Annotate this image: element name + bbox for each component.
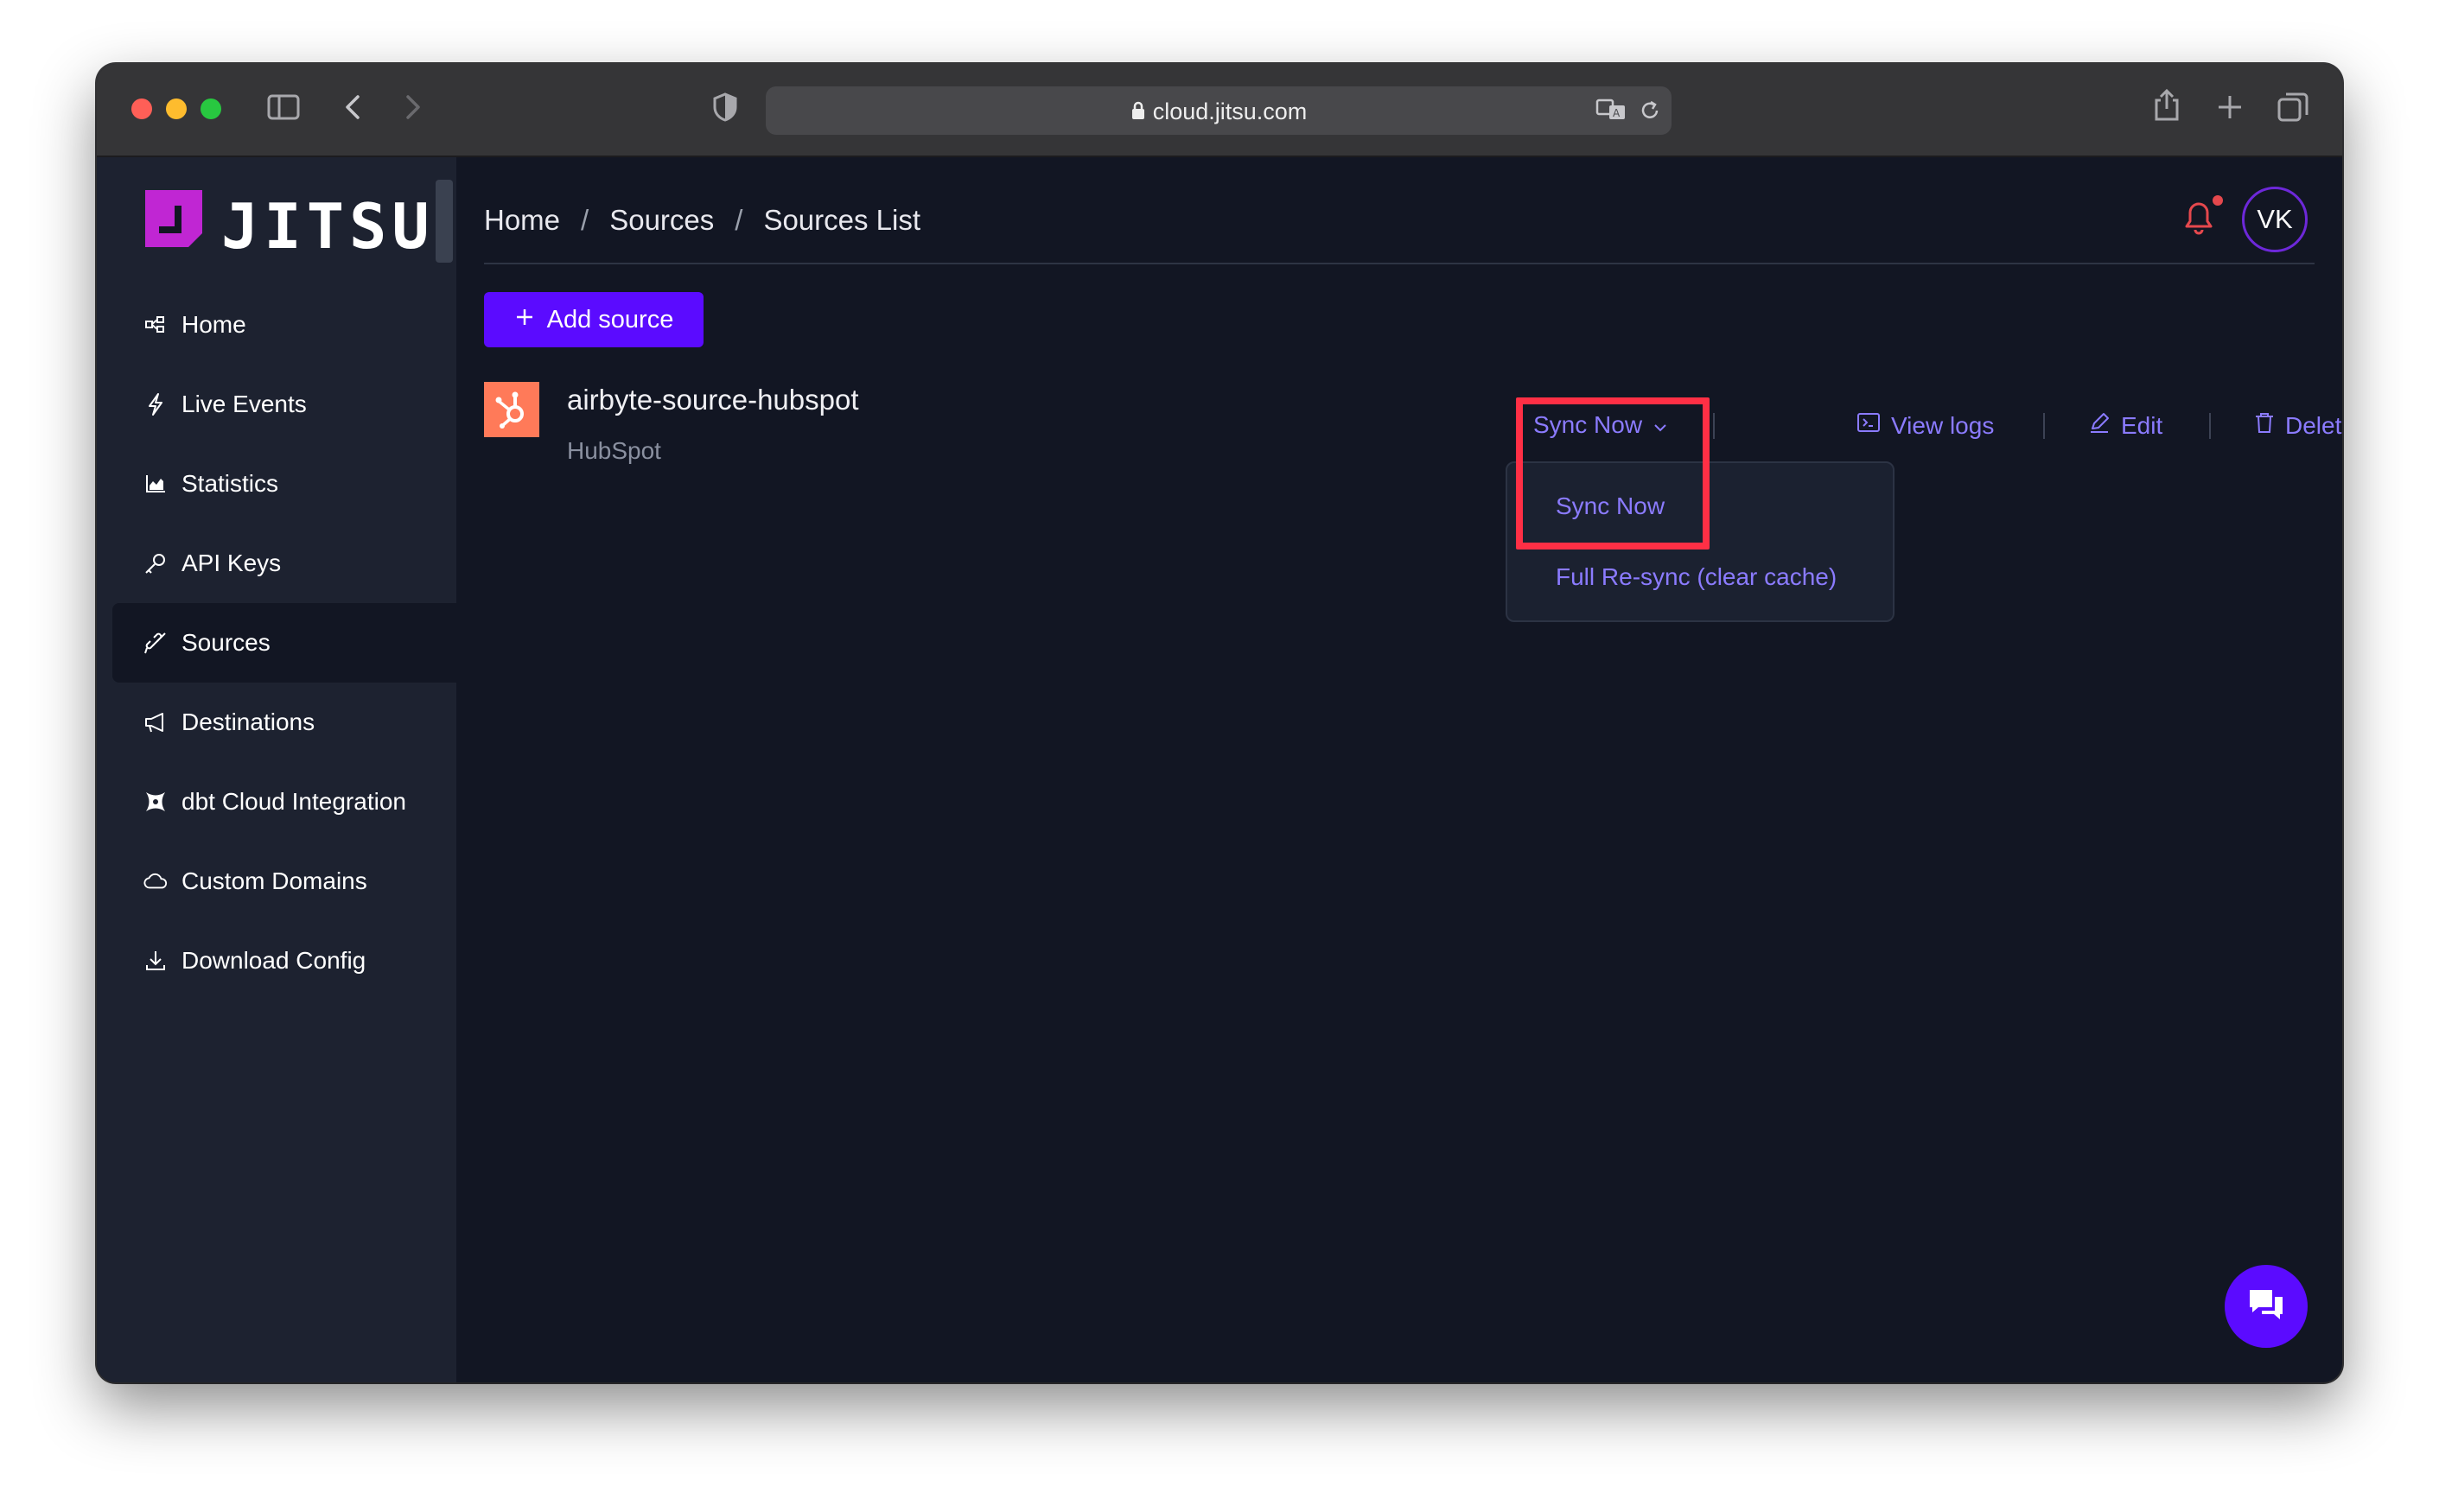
plus-icon [514,306,535,334]
forward-icon[interactable] [399,92,425,127]
terminal-icon [1856,411,1881,440]
avatar[interactable]: VK [2242,187,2308,252]
sidebar-item-download-config[interactable]: Download Config [112,921,456,1001]
sidebar-item-live-events[interactable]: Live Events [112,365,456,444]
header-divider [484,263,2315,264]
breadcrumb-separator: / [581,204,589,236]
add-source-button[interactable]: Add source [484,292,704,347]
bell-icon[interactable] [2183,200,2214,239]
download-icon [143,949,168,973]
sidebar-toggle-icon[interactable] [266,92,301,127]
chat-icon [2246,1286,2286,1327]
brand-name: JITSU [221,190,435,263]
view-logs-label: View logs [1891,411,1995,439]
action-divider [2043,413,2045,439]
highlight-box [1516,397,1710,550]
sidebar: JITSU Home Live Events Statistics API Ke… [97,157,456,1382]
breadcrumb-home[interactable]: Home [484,204,560,236]
sidebar-scrollbar[interactable] [436,180,453,263]
sidebar-item-statistics[interactable]: Statistics [112,444,456,524]
sidebar-item-label: Destinations [181,708,315,735]
source-type: HubSpot [567,437,661,464]
sidebar-item-custom-domains[interactable]: Custom Domains [112,842,456,921]
sidebar-item-sources[interactable]: Sources [112,603,456,683]
url-text: cloud.jitsu.com [1152,98,1308,124]
cloud-icon [143,869,168,893]
svg-text:A: A [1613,107,1621,119]
sidebar-item-api-keys[interactable]: API Keys [112,524,456,603]
action-divider [2209,413,2211,439]
edit-label: Edit [2121,411,2163,439]
dbt-icon [143,790,168,814]
jitsu-logo-icon[interactable] [145,190,202,251]
browser-titlebar: cloud.jitsu.com A [97,64,2342,157]
trash-icon [2254,411,2275,440]
sidebar-item-label: Live Events [181,391,307,417]
close-window-button[interactable] [131,98,152,119]
breadcrumb-sources-list: Sources List [763,204,921,236]
lightning-icon [143,392,168,416]
source-name[interactable]: airbyte-source-hubspot [567,384,859,416]
sidebar-item-dbt-cloud[interactable]: dbt Cloud Integration [112,762,456,842]
plug-icon [143,631,168,655]
delete-button[interactable]: Delete [2254,411,2342,440]
sidebar-item-label: API Keys [181,550,282,576]
notification-dot [2213,195,2223,206]
megaphone-icon [143,710,168,734]
edit-button[interactable]: Edit [2088,411,2162,440]
hubspot-icon [484,382,539,437]
sidebar-item-label: Download Config [181,947,366,974]
key-icon [143,551,168,575]
view-logs-button[interactable]: View logs [1856,411,1994,440]
sidebar-item-label: Custom Domains [181,867,367,894]
sidebar-item-home[interactable]: Home [112,285,456,365]
share-icon[interactable] [2152,88,2181,127]
chart-icon [143,472,168,496]
breadcrumb-sources[interactable]: Sources [609,204,714,236]
sidebar-item-label: Home [181,311,246,338]
action-divider [1713,413,1715,439]
sidebar-item-label: Statistics [181,470,279,497]
home-icon [143,313,168,337]
breadcrumb-separator: / [735,204,743,236]
pencil-icon [2088,411,2111,440]
reload-icon[interactable] [1639,98,1661,127]
chat-support-button[interactable] [2225,1265,2308,1348]
tab-overview-icon[interactable] [2277,92,2309,127]
minimize-window-button[interactable] [166,98,187,119]
lock-icon [1130,100,1146,127]
address-bar[interactable]: cloud.jitsu.com A [766,86,1672,135]
back-icon[interactable] [341,92,366,127]
privacy-shield-icon[interactable] [712,92,738,127]
browser-window: cloud.jitsu.com A JITSU Home Live Events… [97,64,2342,1382]
sidebar-item-label: dbt Cloud Integration [181,788,406,815]
breadcrumb: Home / Sources / Sources List [484,204,920,237]
delete-label: Delete [2285,411,2342,439]
maximize-window-button[interactable] [201,98,221,119]
new-tab-icon[interactable] [2216,93,2244,125]
menu-item-full-resync[interactable]: Full Re-sync (clear cache) [1556,563,1837,591]
translate-icon[interactable]: A [1595,97,1628,127]
add-source-label: Add source [546,305,674,334]
sidebar-item-label: Sources [181,629,271,656]
sidebar-item-destinations[interactable]: Destinations [112,683,456,762]
